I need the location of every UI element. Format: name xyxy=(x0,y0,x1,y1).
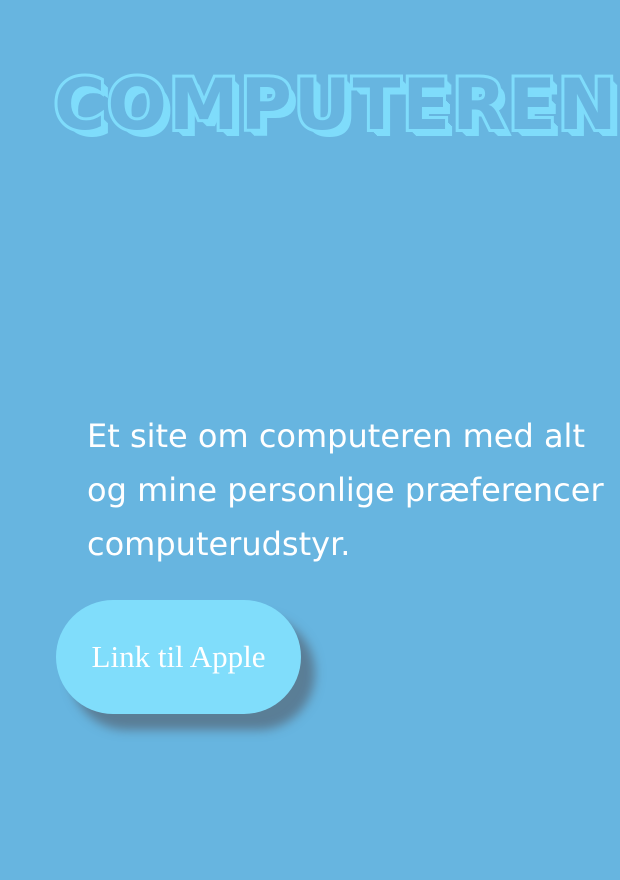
page: COMPUTEREN Et site om computeren med alt… xyxy=(0,0,620,880)
intro-text: Et site om computeren med alt og mine pe… xyxy=(87,417,604,563)
apple-link-button[interactable]: Link til Apple xyxy=(56,600,301,714)
page-title: COMPUTEREN xyxy=(51,64,620,146)
